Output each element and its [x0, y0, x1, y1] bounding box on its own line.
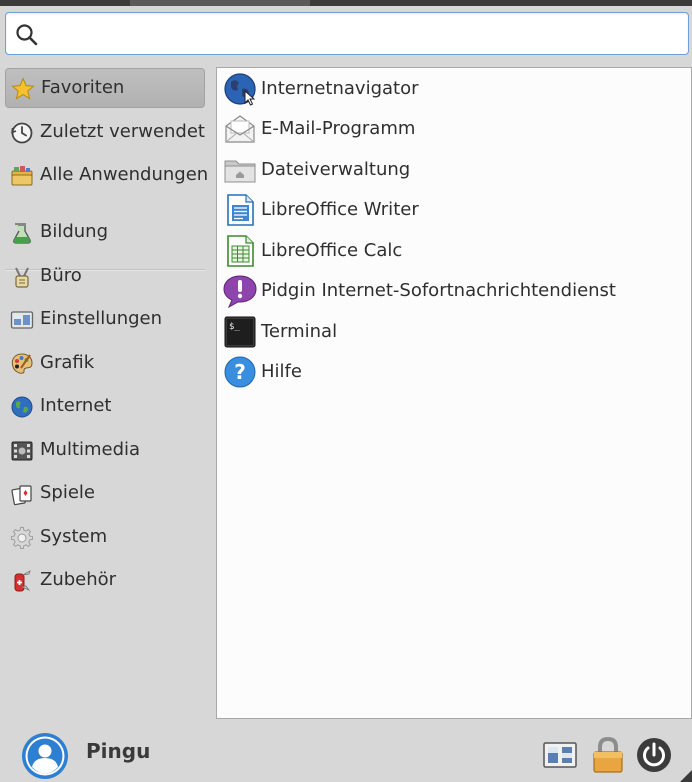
education-icon — [13, 223, 31, 244]
globe-icon — [11, 396, 33, 418]
app-internetnavigator[interactable]: Internetnavigator — [220, 70, 680, 108]
category-einstellungen[interactable]: Einstellungen — [5, 299, 205, 339]
category-sidebar: Favoriten Zuletzt verwendet Alle Anwendu… — [0, 64, 212, 724]
category-spiele[interactable]: Spiele — [5, 473, 205, 513]
office-icon — [15, 267, 29, 288]
app-e-mail-programm[interactable]: E-Mail-Programm — [220, 110, 680, 148]
category-alle-anwendungen[interactable]: Alle Anwendungen — [5, 155, 209, 195]
category-zubehoer[interactable]: Zubehör — [5, 560, 205, 600]
category-zuletzt-verwendet[interactable]: Zuletzt verwendet — [5, 112, 205, 152]
category-label: Zuletzt verwendet — [40, 121, 205, 142]
category-favoriten[interactable]: Favoriten — [5, 68, 205, 108]
svg-text:?: ? — [234, 360, 246, 384]
app-label: LibreOffice Writer — [261, 199, 419, 220]
category-buero[interactable]: Büro — [5, 256, 205, 296]
clock-icon — [11, 122, 33, 144]
app-terminal[interactable]: $_ Terminal — [220, 313, 680, 351]
category-label: Grafik — [40, 352, 95, 373]
app-label: Internetnavigator — [261, 78, 419, 99]
libreoffice-calc-icon — [227, 235, 254, 267]
help-icon: ? — [224, 356, 256, 388]
app-label: Hilfe — [261, 361, 302, 382]
category-label: Zubehör — [40, 569, 117, 590]
category-internet[interactable]: Internet — [5, 386, 205, 426]
category-system[interactable]: System — [5, 517, 205, 557]
app-libreoffice-writer[interactable]: LibreOffice Writer — [220, 191, 680, 229]
category-label: Alle Anwendungen — [40, 164, 209, 185]
search-box[interactable] — [5, 12, 689, 55]
power-icon — [637, 738, 671, 772]
app-label: E-Mail-Programm — [261, 118, 416, 139]
search-input[interactable] — [48, 19, 682, 51]
category-multimedia[interactable]: Multimedia — [5, 430, 205, 470]
category-label: System — [40, 526, 108, 547]
resize-grip-icon[interactable] — [680, 770, 692, 782]
star-icon — [11, 77, 35, 100]
category-label: Multimedia — [40, 439, 141, 460]
lock-icon — [593, 736, 623, 773]
window-top-edge — [0, 0, 692, 6]
settings-panel-icon — [10, 311, 34, 329]
app-label: Dateiverwaltung — [261, 159, 411, 180]
username: Pingu — [86, 739, 151, 763]
folder-apps-icon — [11, 166, 33, 186]
svg-text:$_: $_ — [229, 322, 240, 332]
logout-button[interactable] — [634, 735, 674, 775]
panel-strip — [130, 0, 310, 6]
app-libreoffice-calc[interactable]: LibreOffice Calc — [220, 232, 680, 270]
category-grafik[interactable]: Grafik — [5, 343, 205, 383]
app-label: Pidgin Internet-Sofortnachrichtendienst — [261, 280, 616, 301]
category-label: Internet — [40, 395, 112, 416]
settings-manager-icon — [543, 742, 577, 768]
bottom-bar: Pingu — [0, 724, 692, 782]
settings-manager-button[interactable] — [540, 735, 580, 775]
mail-icon — [225, 115, 255, 143]
accessories-knife-icon — [14, 570, 31, 592]
user-avatar-icon[interactable] — [21, 732, 69, 780]
multimedia-icon — [11, 441, 33, 461]
category-label: Büro — [40, 265, 82, 286]
app-pidgin[interactable]: Pidgin Internet-Sofortnachrichtendienst — [220, 272, 680, 310]
graphics-palette-icon — [11, 353, 33, 374]
libreoffice-writer-icon — [227, 194, 254, 226]
category-bildung[interactable]: Bildung — [5, 212, 205, 252]
category-label: Einstellungen — [40, 308, 163, 329]
terminal-icon: $_ — [224, 316, 256, 348]
app-label: Terminal — [261, 321, 338, 342]
application-list: Internetnavigator E-Mail-Programm Dateiv… — [216, 67, 692, 719]
file-manager-icon — [224, 160, 256, 183]
app-dateiverwaltung[interactable]: Dateiverwaltung — [220, 151, 680, 189]
web-browser-icon — [224, 73, 256, 106]
category-label: Favoriten — [41, 77, 125, 98]
app-label: LibreOffice Calc — [261, 240, 403, 261]
gear-icon — [10, 526, 34, 550]
category-label: Bildung — [40, 221, 109, 242]
app-hilfe[interactable]: ? Hilfe — [220, 353, 680, 391]
pidgin-icon — [223, 275, 257, 308]
search-icon — [16, 24, 38, 46]
lock-screen-button[interactable] — [588, 735, 628, 775]
games-icon — [11, 485, 32, 506]
category-label: Spiele — [40, 482, 96, 503]
